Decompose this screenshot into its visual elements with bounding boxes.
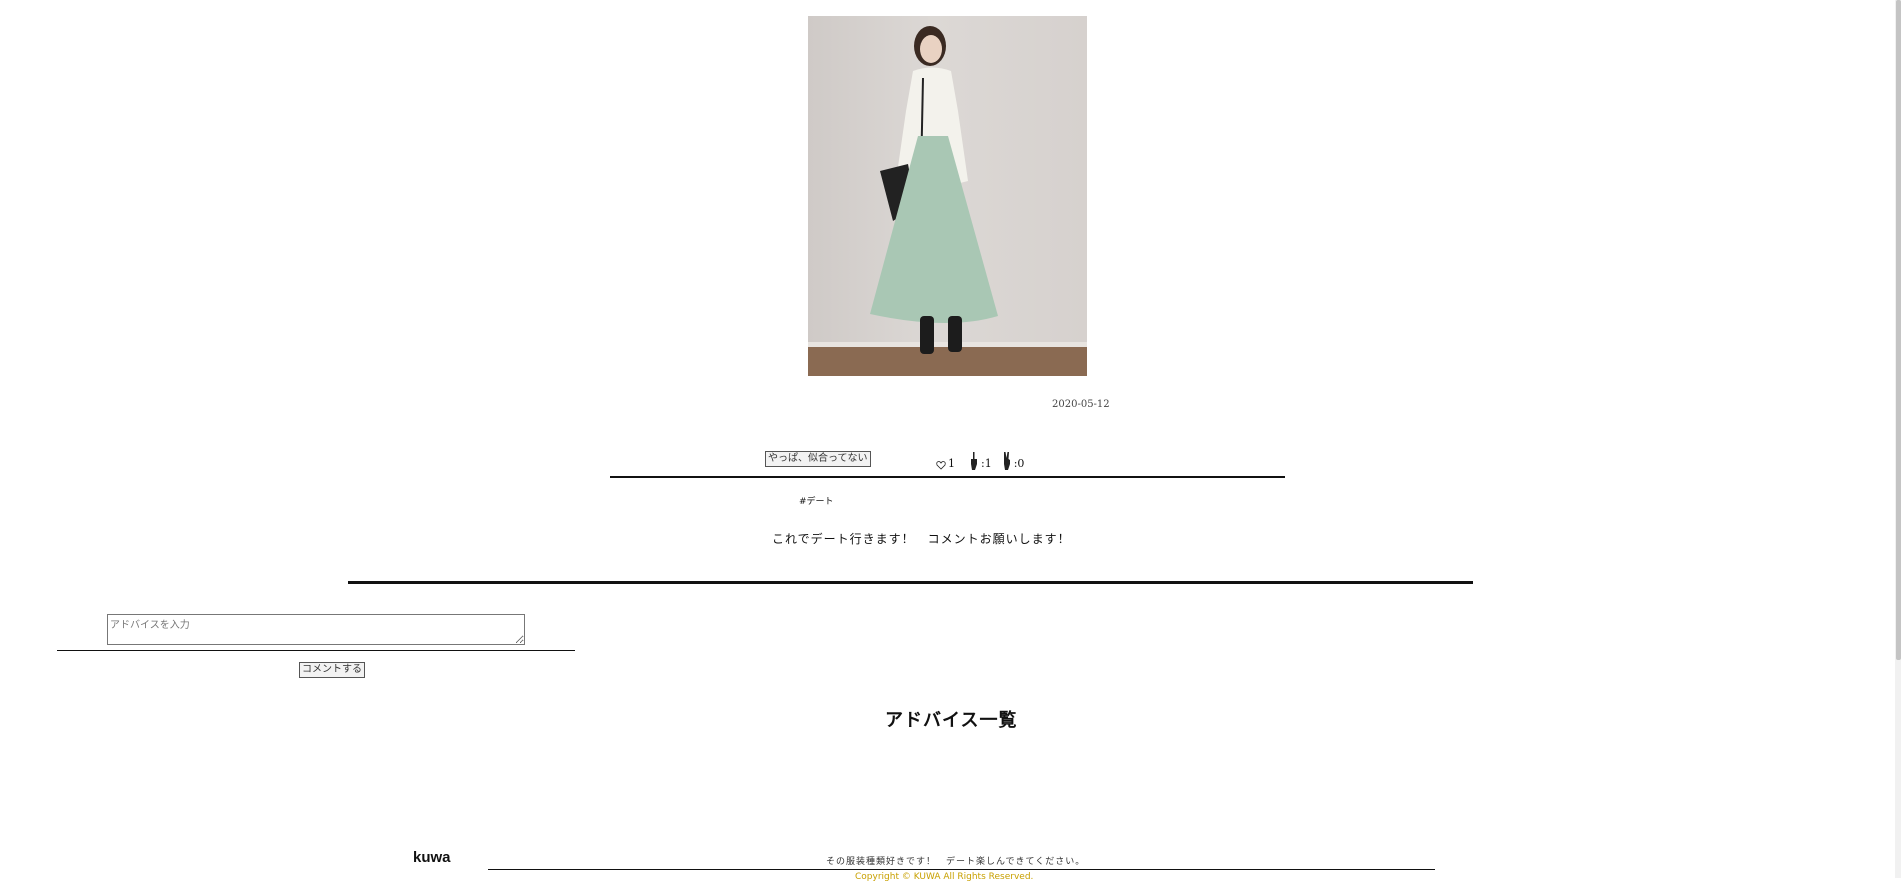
divider [488, 869, 1435, 870]
like-count: 1 [948, 457, 955, 470]
advice-list-title: アドバイス一覧 [885, 710, 1018, 731]
good-count: :1 [981, 457, 992, 470]
hand-peace-icon [1002, 452, 1012, 470]
comment-submit-button[interactable]: コメントする [299, 662, 365, 678]
copyright: Copyright © KUWA All Rights Reserved. [855, 872, 1034, 882]
divider [348, 581, 1473, 584]
bad-count: :0 [1013, 457, 1025, 470]
heart-icon [936, 460, 946, 470]
not-suited-button[interactable]: やっぱ、似合ってない [765, 451, 871, 467]
post-caption: これでデート行きます！ コメントお願いします！ [772, 532, 1071, 546]
advice-input[interactable] [107, 614, 525, 645]
advice-text: その服装種類好きです！ デート楽しんできてください。 [826, 857, 1086, 867]
post-stats: 1 :1 :0 [936, 452, 1024, 470]
scrollbar-thumb[interactable] [1896, 0, 1901, 660]
divider [610, 476, 1285, 478]
good-stat[interactable]: :1 [969, 452, 992, 470]
post-tag[interactable]: #デート [799, 494, 834, 507]
outfit-photo [808, 16, 1087, 376]
post-date: 2020-05-12 [1052, 399, 1110, 410]
hand-up-icon [969, 452, 979, 470]
bad-stat[interactable]: :0 [1002, 452, 1025, 470]
like-stat[interactable]: 1 [936, 457, 955, 470]
divider [57, 650, 575, 651]
advice-author: kuwa [413, 849, 451, 866]
